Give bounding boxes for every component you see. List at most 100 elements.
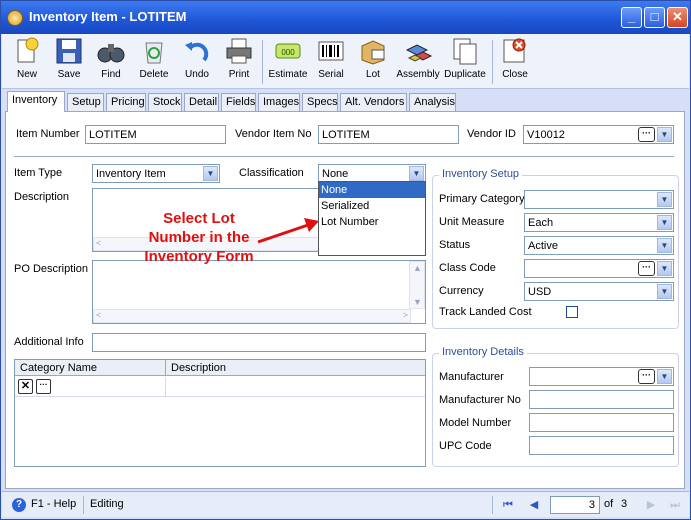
scroll-down-icon[interactable]: ▼: [413, 297, 422, 307]
arrow-icon: [257, 218, 319, 244]
chevron-down-icon[interactable]: ▼: [657, 192, 672, 207]
po-description-textarea[interactable]: ▲ ▼ < >: [92, 260, 426, 324]
previous-record-icon[interactable]: ◀: [527, 498, 541, 512]
print-button[interactable]: Print: [220, 36, 258, 86]
edit-mode-status: Editing: [90, 498, 124, 510]
chevron-down-icon[interactable]: ▼: [657, 215, 672, 230]
vertical-scrollbar[interactable]: ▲ ▼: [409, 261, 425, 309]
currency-select[interactable]: USD ▼: [524, 282, 674, 301]
vendor-id-field[interactable]: V10012 ··· ▼: [523, 125, 674, 144]
chevron-down-icon[interactable]: ▼: [657, 369, 672, 384]
delete-label: Delete: [139, 69, 169, 80]
item-type-select[interactable]: Inventory Item ▼: [92, 164, 220, 183]
table-row[interactable]: ✕ ···: [15, 377, 425, 397]
lot-button[interactable]: Lot: [354, 36, 392, 86]
additional-info-label: Additional Info: [14, 336, 84, 348]
assembly-button[interactable]: Assembly: [396, 36, 440, 86]
inventory-details-title: Inventory Details: [439, 346, 527, 358]
next-record-icon[interactable]: ▶: [644, 498, 658, 512]
scroll-left-icon[interactable]: <: [96, 238, 101, 248]
chevron-down-icon[interactable]: ▼: [203, 166, 218, 181]
col-description[interactable]: Description: [171, 362, 226, 374]
duplicate-button[interactable]: Duplicate: [442, 36, 488, 86]
tab-pricing[interactable]: Pricing: [106, 93, 146, 111]
duplicate-label: Duplicate: [444, 69, 486, 80]
toolbar: New Save Find Delete Undo Print 000 Esti…: [2, 34, 689, 89]
assembly-icon: [405, 44, 433, 62]
tab-fields[interactable]: Fields: [221, 93, 256, 111]
model-number-label: Model Number: [439, 417, 512, 429]
manufacturer-lookup-button[interactable]: ···: [638, 369, 655, 384]
scroll-right-icon[interactable]: >: [403, 310, 408, 320]
currency-label: Currency: [439, 285, 484, 297]
maximize-button[interactable]: □: [644, 7, 665, 28]
app-icon: [7, 10, 23, 26]
unit-measure-select[interactable]: Each ▼: [524, 213, 674, 232]
col-category-name[interactable]: Category Name: [20, 362, 97, 374]
item-number-field[interactable]: LOTITEM: [85, 125, 226, 144]
chevron-down-icon[interactable]: ▼: [657, 261, 672, 276]
last-record-icon[interactable]: ⏭: [668, 498, 682, 512]
tab-setup[interactable]: Setup: [67, 93, 104, 111]
record-number-field[interactable]: 3: [550, 496, 600, 514]
floppy-icon: [56, 38, 82, 64]
chevron-down-icon[interactable]: ▼: [409, 166, 424, 181]
horizontal-scrollbar[interactable]: < >: [93, 309, 411, 323]
chevron-down-icon[interactable]: ▼: [657, 127, 672, 142]
classification-option-none[interactable]: None: [319, 182, 425, 198]
serial-button[interactable]: Serial: [312, 36, 350, 86]
total-records: 3: [621, 498, 628, 510]
chevron-down-icon[interactable]: ▼: [657, 284, 672, 299]
delete-button[interactable]: Delete: [134, 36, 174, 86]
undo-button[interactable]: Undo: [178, 36, 216, 86]
tab-detail[interactable]: Detail: [184, 93, 219, 111]
grid-header: Category Name Description: [15, 360, 425, 376]
browse-category-icon[interactable]: ···: [36, 379, 51, 394]
help-hint: F1 - Help: [31, 498, 77, 510]
close-label: Close: [502, 69, 528, 80]
primary-category-label: Primary Category: [439, 193, 525, 205]
class-code-select[interactable]: ··· ▼: [524, 259, 674, 278]
class-code-lookup-button[interactable]: ···: [638, 261, 655, 276]
tutorial-annotation: Select Lot Number in the Inventory Form: [129, 209, 269, 266]
classification-option-serialized[interactable]: Serialized: [319, 198, 425, 214]
remove-row-icon[interactable]: ✕: [18, 379, 33, 394]
help-icon[interactable]: ?: [12, 498, 26, 512]
additional-info-field[interactable]: [92, 333, 426, 352]
vendor-item-no-field[interactable]: LOTITEM: [318, 125, 459, 144]
unit-measure-value: Each: [528, 217, 554, 229]
classification-option-lot-number[interactable]: Lot Number: [319, 214, 425, 230]
assembly-label: Assembly: [396, 69, 440, 80]
minimize-button[interactable]: _: [621, 7, 642, 28]
scroll-up-icon[interactable]: ▲: [413, 263, 422, 273]
svg-text:000: 000: [281, 48, 295, 57]
column-divider: [165, 360, 166, 376]
close-window-button[interactable]: ✕: [667, 7, 688, 28]
vendor-lookup-button[interactable]: ···: [638, 127, 655, 142]
primary-category-select[interactable]: ▼: [524, 190, 674, 209]
printer-icon: [226, 38, 252, 64]
first-record-icon[interactable]: ⏮: [501, 498, 515, 512]
tab-stock[interactable]: Stock: [148, 93, 182, 111]
manufacturer-no-field[interactable]: [529, 390, 674, 409]
tab-alt-vendors[interactable]: Alt. Vendors: [340, 93, 407, 111]
tab-inventory[interactable]: Inventory: [7, 91, 65, 112]
tab-images[interactable]: Images: [258, 93, 300, 111]
find-button[interactable]: Find: [92, 36, 130, 86]
chevron-down-icon[interactable]: ▼: [657, 238, 672, 253]
new-button[interactable]: New: [8, 36, 46, 86]
scroll-left-icon[interactable]: <: [96, 310, 101, 320]
close-button[interactable]: Close: [496, 36, 534, 86]
upc-code-field[interactable]: [529, 436, 674, 455]
model-number-field[interactable]: [529, 413, 674, 432]
manufacturer-select[interactable]: ··· ▼: [529, 367, 674, 386]
tab-specs[interactable]: Specs: [302, 93, 338, 111]
estimate-button[interactable]: 000 Estimate: [266, 36, 310, 86]
status-select[interactable]: Active ▼: [524, 236, 674, 255]
vendor-item-no-label: Vendor Item No: [235, 128, 312, 140]
tab-analysis[interactable]: Analysis: [409, 93, 456, 111]
status-value: Active: [528, 240, 558, 252]
save-button[interactable]: Save: [50, 36, 88, 86]
track-landed-cost-checkbox[interactable]: [566, 306, 578, 318]
undo-label: Undo: [185, 69, 209, 80]
